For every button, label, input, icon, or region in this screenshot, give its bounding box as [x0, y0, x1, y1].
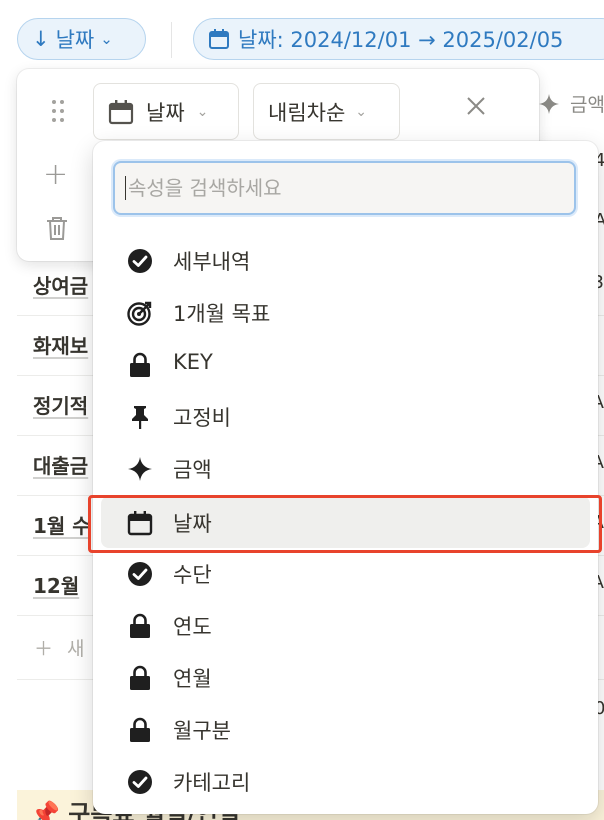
menu-item-year[interactable]: 연도: [101, 599, 590, 651]
row-title[interactable]: 12월: [33, 570, 79, 599]
plus-icon: ＋: [34, 638, 54, 660]
menu-item-label: 1개월 목표: [173, 302, 271, 326]
trash-icon: [47, 217, 67, 240]
menu-item-label: 연도: [173, 615, 212, 639]
row-title[interactable]: 정기적: [33, 390, 88, 419]
menu-item-label: 수단: [173, 563, 212, 587]
column-header-amount[interactable]: 금액: [538, 90, 604, 117]
lock-icon: [127, 613, 153, 639]
menu-item-year-month[interactable]: 연월: [101, 651, 590, 703]
sort-chip[interactable]: ↓ 날짜 ⌄: [17, 18, 146, 60]
pin-icon: [127, 404, 153, 430]
target-icon: [127, 300, 153, 326]
menu-item-date[interactable]: 날짜: [101, 496, 590, 548]
calendar-icon: [209, 29, 229, 49]
remove-sort-button[interactable]: [465, 95, 487, 122]
menu-item-amount[interactable]: 금액: [101, 442, 590, 494]
calendar-icon: [108, 99, 134, 124]
lock-icon: [127, 717, 153, 743]
check-circle-icon: [127, 769, 153, 795]
menu-item-method[interactable]: 수단: [101, 547, 590, 599]
menu-item-detail[interactable]: 세부내역: [101, 234, 590, 286]
check-circle-icon: [127, 561, 153, 587]
arrow-down-icon: ↓: [32, 27, 50, 51]
lock-icon: [127, 665, 153, 691]
menu-item-month-type[interactable]: 월구분: [101, 703, 590, 755]
sort-chip-label: 날짜: [55, 28, 95, 52]
column-header-label: 금액: [570, 94, 604, 116]
chevron-down-icon: ⌄: [355, 103, 368, 120]
lock-icon: [127, 352, 153, 378]
row-title[interactable]: 화재보: [33, 330, 88, 359]
text-caret: [125, 176, 126, 200]
check-circle-icon: [127, 248, 153, 274]
diamond-icon: [127, 456, 153, 482]
property-search-input[interactable]: [128, 176, 568, 200]
close-icon: [467, 97, 485, 115]
date-filter-label: 날짜: 2024/12/01 → 2025/02/05: [238, 28, 564, 52]
menu-item-label: KEY: [173, 350, 213, 374]
property-dropdown: 세부내역 1개월 목표 KEY 고정비 금액 날짜 수단: [93, 141, 598, 814]
chevron-down-icon: ⌄: [196, 103, 209, 120]
menu-item-category[interactable]: 카테고리: [101, 755, 590, 807]
menu-item-label: 날짜: [173, 512, 212, 536]
menu-item-label: 세부내역: [173, 250, 251, 274]
menu-item-label: 금액: [173, 458, 212, 482]
sort-direction-select[interactable]: 내림차순 ⌄: [253, 83, 400, 140]
menu-item-key[interactable]: KEY: [101, 338, 590, 390]
diamond-icon: [539, 93, 559, 114]
row-title[interactable]: 상여금: [33, 270, 88, 299]
sort-direction-label: 내림차순: [268, 100, 346, 125]
menu-item-label: 월구분: [173, 719, 231, 743]
new-row-label: 새: [67, 638, 85, 660]
menu-item-fixed-cost[interactable]: 고정비: [101, 390, 590, 442]
date-filter-chip[interactable]: 날짜: 2024/12/01 → 2025/02/05: [193, 18, 604, 60]
toolbar-divider: [171, 22, 172, 58]
menu-item-monthly-goal[interactable]: 1개월 목표: [101, 286, 590, 338]
calendar-icon: [127, 510, 153, 536]
drag-handle-icon[interactable]: [51, 99, 65, 123]
chevron-down-icon: ⌄: [100, 30, 113, 48]
menu-item-label: 연월: [173, 667, 212, 691]
menu-item-label: 고정비: [173, 406, 231, 430]
plus-icon: +: [43, 157, 69, 192]
pin-emoji-icon: 📌: [30, 800, 60, 820]
new-row-button[interactable]: ＋ 새: [34, 634, 85, 661]
sort-property-label: 날짜: [146, 100, 185, 125]
row-title[interactable]: 대출금: [33, 450, 88, 479]
sort-property-select[interactable]: 날짜 ⌄: [93, 83, 239, 140]
property-search[interactable]: [113, 161, 576, 215]
row-title[interactable]: 1월 수: [33, 510, 91, 539]
menu-item-label: 카테고리: [173, 771, 251, 795]
